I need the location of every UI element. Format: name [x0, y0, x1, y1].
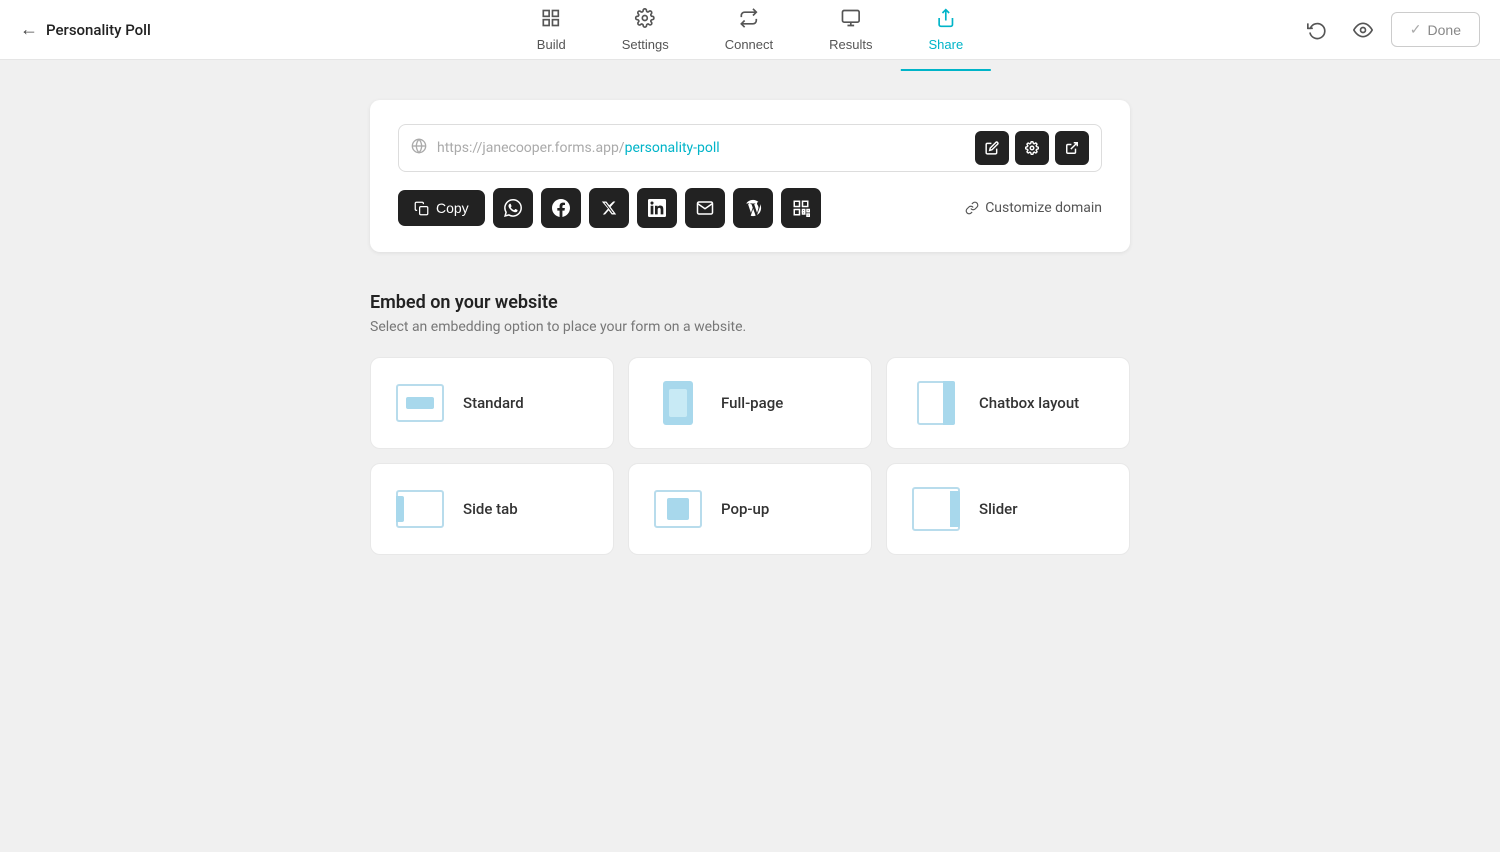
customize-domain-label: Customize domain [985, 200, 1102, 216]
url-bar: https://janecooper.forms.app/personality… [398, 124, 1102, 172]
url-action-buttons [975, 131, 1089, 165]
tab-settings[interactable]: Settings [594, 0, 697, 60]
embed-option-slider[interactable]: Slider [886, 463, 1130, 555]
back-icon: ← [20, 19, 38, 40]
embed-section: Embed on your website Select an embeddin… [370, 292, 1130, 555]
wordpress-button[interactable] [733, 188, 773, 228]
nav-tabs: Build Settings Connect Results [509, 0, 991, 60]
tab-connect[interactable]: Connect [697, 0, 801, 60]
globe-icon [411, 138, 427, 158]
check-icon: ✓ [1410, 21, 1422, 38]
embed-label-popup: Pop-up [721, 500, 769, 518]
embed-label-slider: Slider [979, 500, 1018, 518]
embed-title: Embed on your website [370, 292, 1130, 313]
edit-url-button[interactable] [975, 131, 1009, 165]
embed-option-popup[interactable]: Pop-up [628, 463, 872, 555]
tab-results-label: Results [829, 37, 872, 52]
tab-build-label: Build [537, 37, 566, 52]
embed-option-fullpage[interactable]: Full-page [628, 357, 872, 449]
copy-button[interactable]: Copy [398, 190, 485, 226]
email-button[interactable] [685, 188, 725, 228]
open-url-button[interactable] [1055, 131, 1089, 165]
nav-left: ← Personality Poll [20, 19, 200, 40]
settings-icon [635, 8, 655, 33]
results-icon [841, 8, 861, 33]
linkedin-button[interactable] [637, 188, 677, 228]
share-buttons: Copy [398, 188, 821, 228]
done-label: Done [1428, 22, 1461, 38]
embed-thumb-popup [653, 484, 703, 534]
history-button[interactable] [1299, 12, 1335, 48]
tab-share-label: Share [928, 37, 963, 52]
embed-subtitle: Select an embedding option to place your… [370, 319, 1130, 335]
url-slug: personality-poll [625, 140, 720, 156]
embed-options-grid: Standard Full-page [370, 357, 1130, 555]
done-button[interactable]: ✓ Done [1391, 12, 1480, 47]
embed-label-chatbox: Chatbox layout [979, 394, 1079, 412]
facebook-button[interactable] [541, 188, 581, 228]
copy-label: Copy [436, 200, 469, 216]
twitter-button[interactable] [589, 188, 629, 228]
top-navigation: ← Personality Poll Build Settings Connec… [0, 0, 1500, 60]
back-button[interactable]: ← [20, 19, 38, 40]
tab-build[interactable]: Build [509, 0, 594, 60]
share-actions-row: Copy [398, 188, 1102, 228]
embed-option-sidetab[interactable]: Side tab [370, 463, 614, 555]
embed-thumb-fullpage [653, 378, 703, 428]
project-title: Personality Poll [46, 21, 151, 39]
embed-option-chatbox[interactable]: Chatbox layout [886, 357, 1130, 449]
url-display: https://janecooper.forms.app/personality… [437, 140, 965, 156]
tab-results[interactable]: Results [801, 0, 900, 60]
preview-button[interactable] [1345, 12, 1381, 48]
tab-settings-label: Settings [622, 37, 669, 52]
connect-icon [739, 8, 759, 33]
customize-domain-link[interactable]: Customize domain [965, 200, 1102, 216]
embed-thumb-sidetab [395, 484, 445, 534]
qrcode-button[interactable] [781, 188, 821, 228]
embed-thumb-chatbox [911, 378, 961, 428]
embed-label-standard: Standard [463, 394, 524, 412]
url-settings-button[interactable] [1015, 131, 1049, 165]
embed-option-standard[interactable]: Standard [370, 357, 614, 449]
share-icon [936, 8, 956, 33]
share-card: https://janecooper.forms.app/personality… [370, 100, 1130, 252]
url-domain: janecooper.forms.app/ [482, 140, 624, 156]
url-prefix: https:// [437, 140, 482, 156]
tab-connect-label: Connect [725, 37, 773, 52]
tab-share[interactable]: Share [900, 0, 991, 60]
main-content: https://janecooper.forms.app/personality… [0, 60, 1500, 595]
embed-thumb-standard [395, 378, 445, 428]
whatsapp-button[interactable] [493, 188, 533, 228]
embed-label-sidetab: Side tab [463, 500, 518, 518]
embed-label-fullpage: Full-page [721, 394, 783, 412]
embed-thumb-slider [911, 484, 961, 534]
nav-right: ✓ Done [1299, 12, 1480, 48]
build-icon [541, 8, 561, 33]
